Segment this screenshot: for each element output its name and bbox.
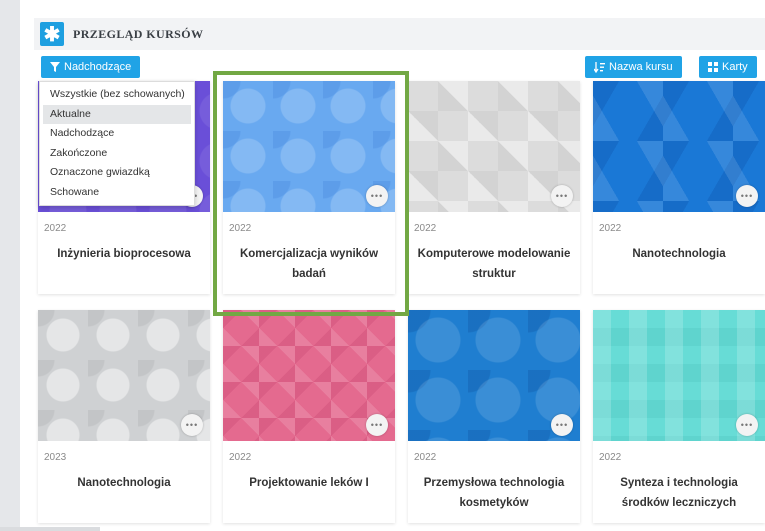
course-name[interactable]: Przemysłowa technologia kosmetyków	[416, 473, 572, 513]
more-options-button[interactable]: •••	[736, 185, 758, 207]
course-name[interactable]: Nanotechnologia	[601, 244, 757, 264]
course-year: 2022	[599, 452, 622, 463]
course-card[interactable]: ••• 2023 Nanotechnologia	[38, 310, 210, 523]
course-overview-panel: ✱ PRZEGLĄD KURSÓW Nadchodzące Nazwa kurs…	[34, 18, 765, 531]
course-name[interactable]: Synteza i technologia środków leczniczyc…	[601, 473, 757, 513]
more-options-button[interactable]: •••	[366, 185, 388, 207]
course-card[interactable]: ••• 2022 Komercjalizacja wyników badań	[223, 81, 395, 294]
course-year: 2022	[229, 223, 252, 234]
asterisk-logo-icon: ✱	[40, 22, 64, 46]
course-year: 2022	[599, 223, 622, 234]
page-title: PRZEGLĄD KURSÓW	[73, 26, 204, 41]
more-options-button[interactable]: •••	[551, 414, 573, 436]
grid-icon	[708, 62, 718, 72]
filter-option-finished[interactable]: Zakończone	[43, 144, 191, 164]
course-year: 2023	[44, 452, 67, 463]
view-button[interactable]: Karty	[699, 56, 757, 78]
course-name[interactable]: Projektowanie leków I	[231, 473, 387, 493]
sort-button-label: Nazwa kursu	[609, 61, 673, 73]
filter-button-label: Nadchodzące	[64, 61, 132, 73]
course-card[interactable]: ••• 2022 Synteza i technologia środków l…	[593, 310, 765, 523]
filter-button[interactable]: Nadchodzące	[41, 56, 141, 78]
course-year: 2022	[414, 223, 437, 234]
course-name[interactable]: Inżynieria bioprocesowa	[46, 244, 202, 264]
more-options-button[interactable]: •••	[366, 414, 388, 436]
course-card[interactable]: ••• 2022 Przemysłowa technologia kosmety…	[408, 310, 580, 523]
filter-icon	[50, 62, 60, 72]
course-card[interactable]: ••• 2022 Projektowanie leków I	[223, 310, 395, 523]
course-year: 2022	[414, 452, 437, 463]
filter-dropdown-menu: Wszystkie (bez schowanych) Aktualne Nadc…	[39, 81, 195, 206]
view-button-label: Karty	[722, 61, 748, 73]
left-rail	[0, 0, 20, 531]
filter-option-hidden[interactable]: Schowane	[43, 183, 191, 203]
course-name[interactable]: Nanotechnologia	[46, 473, 202, 493]
course-year: 2022	[229, 452, 252, 463]
course-year: 2022	[44, 223, 67, 234]
filter-option-upcoming[interactable]: Nadchodzące	[43, 124, 191, 144]
more-options-button[interactable]: •••	[181, 414, 203, 436]
sort-icon	[594, 61, 605, 73]
course-name[interactable]: Komputerowe modelowanie struktur	[416, 244, 572, 284]
sort-button[interactable]: Nazwa kursu	[585, 56, 682, 78]
bottom-strip	[0, 527, 100, 531]
more-options-button[interactable]: •••	[736, 414, 758, 436]
course-name[interactable]: Komercjalizacja wyników badań	[231, 244, 387, 284]
course-card[interactable]: ••• 2022 Komputerowe modelowanie struktu…	[408, 81, 580, 294]
filter-option-starred[interactable]: Oznaczone gwiazdką	[43, 163, 191, 183]
filter-option-current[interactable]: Aktualne	[43, 104, 191, 124]
more-options-button[interactable]: •••	[551, 185, 573, 207]
filter-option-all[interactable]: Wszystkie (bez schowanych)	[43, 85, 191, 105]
page: ✱ PRZEGLĄD KURSÓW Nadchodzące Nazwa kurs…	[0, 0, 765, 531]
course-card[interactable]: ••• 2022 Nanotechnologia	[593, 81, 765, 294]
header-bar: ✱ PRZEGLĄD KURSÓW	[34, 18, 765, 50]
